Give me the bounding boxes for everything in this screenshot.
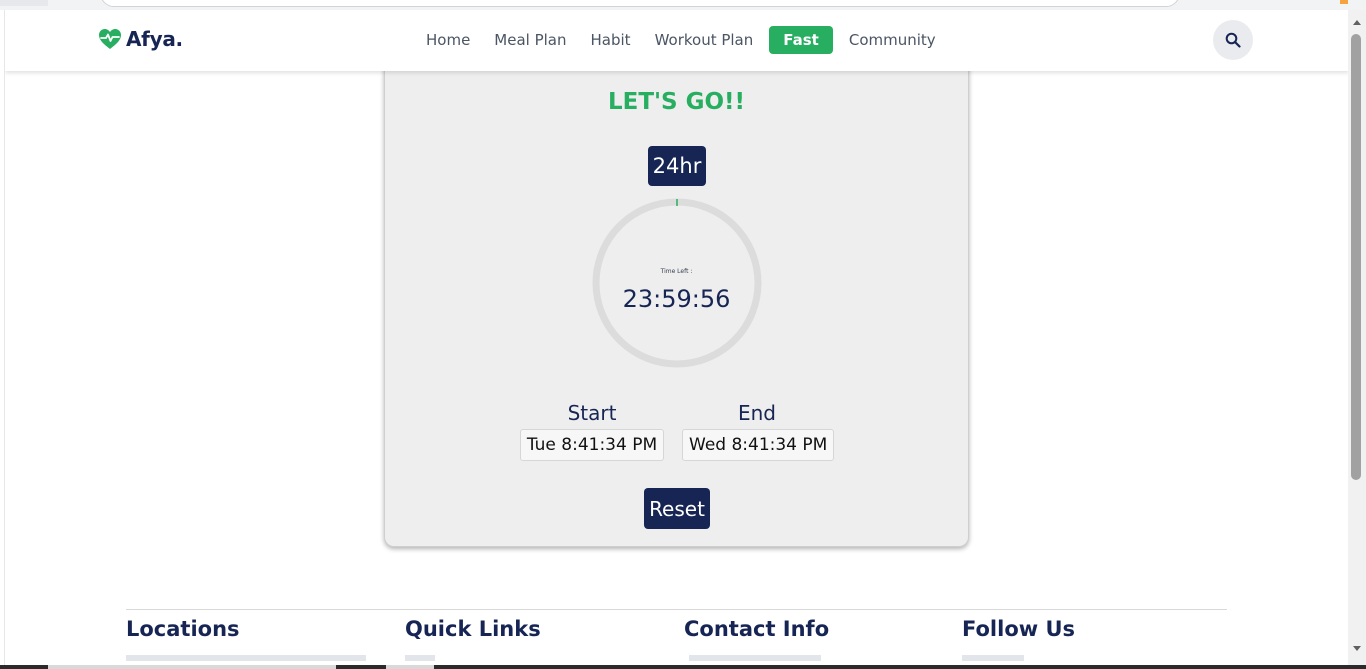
- time-left-label: Time Left :: [660, 268, 693, 275]
- scroll-up-icon[interactable]: [1353, 20, 1361, 25]
- search-icon: [1225, 32, 1241, 48]
- footer-heading-quick-links: Quick Links: [405, 617, 541, 641]
- footer-text-cut: [689, 655, 821, 661]
- taskbar-item[interactable]: [48, 665, 336, 669]
- end-label: End: [737, 401, 776, 425]
- scrollbar-thumb[interactable]: [1351, 34, 1361, 480]
- taskbar: [0, 665, 1366, 669]
- footer: Locations Quick Links Contact Info Follo…: [126, 617, 1227, 661]
- taskbar-item[interactable]: [386, 665, 434, 669]
- footer-heading-follow-us: Follow Us: [962, 617, 1076, 641]
- page: Afya. Home Meal Plan Habit Workout Plan …: [4, 10, 1348, 665]
- browser-tab[interactable]: [0, 0, 48, 6]
- nav-community[interactable]: Community: [841, 26, 944, 54]
- page-scrollbar[interactable]: [1348, 10, 1366, 665]
- start-column: Start Tue 8:41:34 PM: [517, 401, 667, 461]
- footer-text-cut: [126, 655, 366, 661]
- nav-home[interactable]: Home: [418, 26, 478, 54]
- footer-text-cut: [962, 655, 1024, 661]
- nav-workout-plan[interactable]: Workout Plan: [647, 26, 762, 54]
- start-label: Start: [567, 401, 617, 425]
- fast-title: LET'S GO!!: [607, 89, 746, 115]
- start-time-field[interactable]: Tue 8:41:34 PM: [519, 429, 665, 461]
- browser-chrome: [0, 0, 1366, 10]
- heart-pulse-icon: [99, 29, 121, 49]
- fast-duration-badge[interactable]: 24hr: [648, 146, 706, 186]
- fast-card: LET'S GO!! 24hr Time Left : 23:59:56 Sta…: [384, 40, 969, 547]
- reset-button[interactable]: Reset: [644, 488, 710, 529]
- end-column: End Wed 8:41:34 PM: [682, 401, 835, 461]
- end-time-field[interactable]: Wed 8:41:34 PM: [682, 429, 835, 461]
- logo[interactable]: Afya.: [98, 27, 183, 51]
- main-nav: Home Meal Plan Habit Workout Plan Fast C…: [418, 26, 944, 54]
- navbar: Afya. Home Meal Plan Habit Workout Plan …: [5, 10, 1348, 71]
- footer-divider: [126, 609, 1227, 610]
- extension-icon[interactable]: [1340, 0, 1348, 4]
- nav-fast[interactable]: Fast: [769, 26, 833, 54]
- address-bar[interactable]: [100, 0, 1180, 7]
- scroll-down-icon[interactable]: [1353, 646, 1361, 651]
- footer-heading-contact-info: Contact Info: [684, 617, 830, 641]
- fast-progress-ring: [592, 198, 762, 368]
- footer-text-cut: [405, 655, 435, 661]
- time-left-value: 23:59:56: [622, 285, 731, 313]
- footer-heading-locations: Locations: [126, 617, 240, 641]
- nav-meal-plan[interactable]: Meal Plan: [486, 26, 574, 54]
- logo-text: Afya.: [126, 27, 183, 51]
- search-button[interactable]: [1213, 20, 1253, 60]
- nav-habit[interactable]: Habit: [583, 26, 639, 54]
